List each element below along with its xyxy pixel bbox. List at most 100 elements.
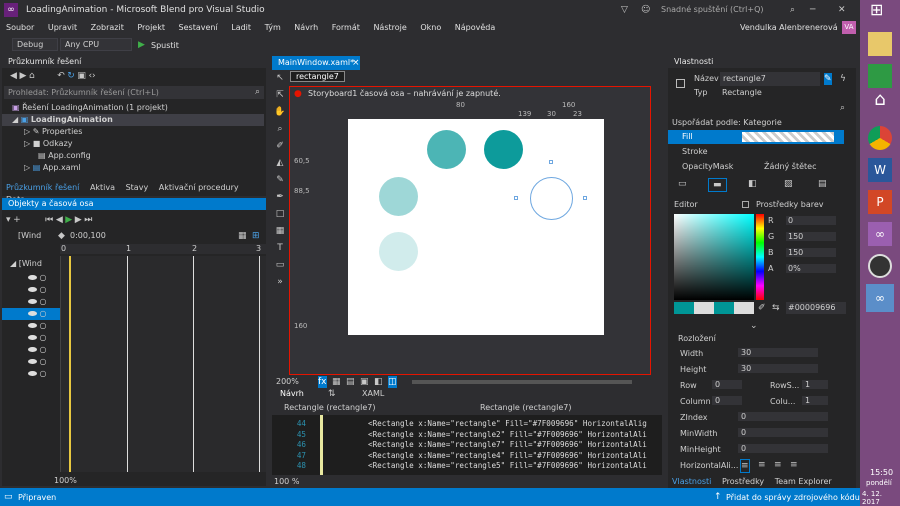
source-control-button[interactable]: Přidat do správy zdrojového kódu xyxy=(726,493,860,502)
tab-states[interactable]: Stavy xyxy=(126,183,149,192)
taskbar-app-store[interactable] xyxy=(868,64,892,88)
prev-frame-icon[interactable]: ◀ xyxy=(56,214,63,226)
code-line[interactable]: <Rectangle x:Name="rectangle5" Fill="#7F… xyxy=(368,461,658,472)
circle-rectangle[interactable] xyxy=(427,130,466,169)
eyedropper-icon[interactable]: ✐ xyxy=(758,302,766,314)
tab-triggers[interactable]: Aktivační procedury xyxy=(159,183,239,192)
menu-zobrazit[interactable]: Zobrazit xyxy=(91,23,124,32)
expand-icon[interactable]: ▷ xyxy=(24,163,33,172)
object-row[interactable]: ○ xyxy=(2,368,68,380)
tab-resources[interactable]: Prostředky xyxy=(722,477,764,486)
quick-launch-search-icon[interactable]: ⌕ xyxy=(790,4,795,16)
annotations-icon[interactable]: ◧ xyxy=(374,376,383,388)
paint-bucket-icon[interactable]: ◭ xyxy=(272,157,288,174)
code-line[interactable]: <Rectangle x:Name="rectangle" Fill="#7F0… xyxy=(368,419,658,430)
search-icon[interactable]: ⌕ xyxy=(255,86,260,98)
snap-lines-icon[interactable]: ▣ xyxy=(360,376,369,388)
visibility-icon[interactable] xyxy=(28,323,37,328)
lock-icon[interactable]: ○ xyxy=(40,333,47,342)
column-input[interactable]: 0 xyxy=(712,396,742,405)
pen-tool-icon[interactable]: ✒ xyxy=(272,191,288,208)
taskbar-app-obs[interactable] xyxy=(868,254,892,278)
code-line[interactable]: <Rectangle x:Name="rectangle4" Fill="#7F… xyxy=(368,451,658,462)
menu-navrh[interactable]: Návrh xyxy=(294,23,318,32)
visibility-icon[interactable] xyxy=(28,311,37,316)
width-input[interactable]: 30 xyxy=(738,348,818,357)
visibility-icon[interactable] xyxy=(28,275,37,280)
quick-launch-input[interactable]: Snadné spuštění (Ctrl+Q) xyxy=(661,5,764,14)
solution-search-input[interactable]: Prohledat: Průzkumník řešení (Ctrl+L) ⌕ xyxy=(4,86,264,99)
refresh-icon[interactable]: ↻ xyxy=(67,70,75,82)
lock-icon[interactable]: ○ xyxy=(40,345,47,354)
object-row[interactable]: ○ xyxy=(2,332,68,344)
tab-solution-explorer[interactable]: Průzkumník řešení xyxy=(6,183,79,192)
artboard[interactable] xyxy=(348,119,604,335)
menu-nastroje[interactable]: Nástroje xyxy=(373,23,406,32)
object-row[interactable]: ○ xyxy=(2,296,68,308)
lock-icon[interactable]: ○ xyxy=(40,369,47,378)
tab-design[interactable]: Návrh xyxy=(280,388,304,400)
fill-swatch[interactable] xyxy=(742,132,834,142)
taskbar-app-powerpoint[interactable]: P xyxy=(868,190,892,214)
filter-icon[interactable]: ▽ xyxy=(621,4,628,16)
tab-mainwindow[interactable]: MainWindow.xaml* xyxy=(272,56,361,70)
record-icon[interactable]: ● xyxy=(294,88,302,100)
expand-icon[interactable]: ▷ xyxy=(24,127,33,136)
first-frame-icon[interactable]: ⏮ xyxy=(45,214,53,226)
last-frame-icon[interactable]: ⏭ xyxy=(84,214,92,226)
next-frame-icon[interactable]: ▶ xyxy=(75,214,82,226)
swap-colors-icon[interactable]: ⇆ xyxy=(772,302,780,314)
circle-rectangle2[interactable] xyxy=(484,130,523,169)
color-resources-checkbox[interactable] xyxy=(742,201,749,208)
grid-icon[interactable]: ▦ xyxy=(332,376,341,388)
resource-brush-icon[interactable]: ▤ xyxy=(818,178,827,190)
back-icon[interactable]: ◀ xyxy=(10,70,17,82)
channel-b-input[interactable]: 150 xyxy=(786,248,836,257)
selection-handle-top[interactable] xyxy=(549,160,553,164)
scope-left[interactable]: Rectangle (rectangle7) xyxy=(284,402,376,414)
play-icon[interactable]: ▶ xyxy=(65,214,72,226)
forward-icon[interactable]: ▶ xyxy=(19,70,26,82)
tree-item-appconfig[interactable]: ▤ App.config xyxy=(2,150,264,162)
tree-item-references[interactable]: ▷ ■ Odkazy xyxy=(2,138,264,150)
expand-icon[interactable]: ◢ xyxy=(2,259,16,268)
selection-handle-left[interactable] xyxy=(514,196,518,200)
tree-item-properties[interactable]: ▷ ✎ Properties xyxy=(2,126,264,138)
plus-icon[interactable]: + xyxy=(13,214,21,226)
control-tool-icon[interactable]: ▭ xyxy=(272,259,288,276)
code-line[interactable]: <Rectangle x:Name="rectangle2" Fill="#7F… xyxy=(368,430,658,441)
visibility-icon[interactable] xyxy=(28,359,37,364)
user-name[interactable]: Vendulka Alenbrenerová xyxy=(740,23,838,32)
run-icon[interactable]: ▶ xyxy=(138,39,145,51)
selected-rectangle7[interactable] xyxy=(530,177,573,220)
pan-tool-icon[interactable]: ✋ xyxy=(272,106,288,123)
eyedropper-icon[interactable]: ✐ xyxy=(272,140,288,157)
lock-icon[interactable]: ○ xyxy=(40,321,47,330)
opacity-mask-row[interactable]: OpacityMask Žádný štětec xyxy=(668,160,844,174)
channel-g-input[interactable]: 150 xyxy=(786,232,836,241)
minheight-input[interactable]: 0 xyxy=(738,444,828,453)
more-tools-icon[interactable]: » xyxy=(272,276,288,293)
code-view-icon[interactable]: ‹› xyxy=(88,70,95,82)
avatar[interactable]: VA xyxy=(842,21,856,34)
tab-close-icon[interactable]: × xyxy=(352,57,360,69)
effects-icon[interactable]: fx xyxy=(318,376,327,388)
color-picker[interactable] xyxy=(674,214,754,300)
history-icon[interactable]: ↶ xyxy=(57,70,65,82)
taskbar-app-explorer[interactable] xyxy=(868,32,892,56)
object-row[interactable]: ○ xyxy=(2,320,68,332)
snap-grid-icon[interactable]: ▤ xyxy=(346,376,355,388)
visibility-icon[interactable] xyxy=(28,335,37,340)
tab-properties[interactable]: Vlastnosti xyxy=(672,477,711,486)
grid-tool-icon[interactable]: ▦ xyxy=(272,225,288,242)
hex-input[interactable]: #00009696 xyxy=(786,302,846,314)
lock-icon[interactable]: ○ xyxy=(40,273,47,282)
menu-napoveda[interactable]: Nápověda xyxy=(455,23,496,32)
visibility-icon[interactable] xyxy=(28,347,37,352)
config-combo[interactable]: Debug xyxy=(12,38,58,51)
brush-icon[interactable]: ✎ xyxy=(272,174,288,191)
taskbar-app-blend[interactable]: ∞ xyxy=(866,284,894,312)
align-stretch-icon[interactable]: ≡ xyxy=(790,459,798,471)
menu-projekt[interactable]: Projekt xyxy=(137,23,165,32)
rectangle-tool-icon[interactable]: □ xyxy=(272,208,288,225)
